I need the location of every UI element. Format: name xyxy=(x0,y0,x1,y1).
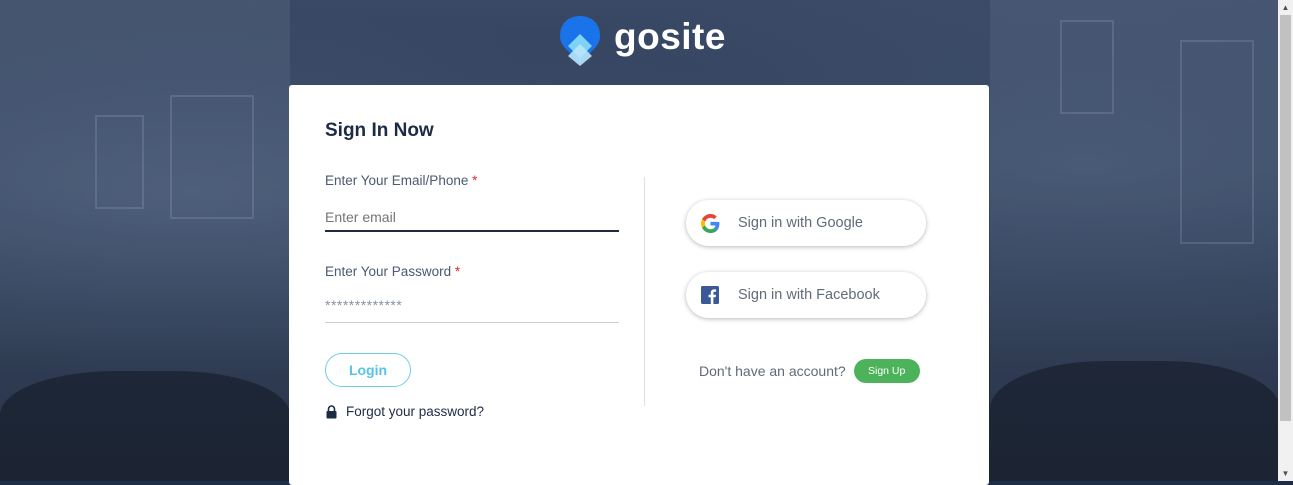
forgot-password-link[interactable]: Forgot your password? xyxy=(326,404,484,419)
email-underline xyxy=(325,230,619,232)
forgot-password-text: Forgot your password? xyxy=(346,404,485,419)
gosite-logo: gosite xyxy=(558,14,726,66)
scroll-up-arrow-icon[interactable]: ▲ xyxy=(1278,0,1293,15)
signup-row: Don't have an account? Sign Up xyxy=(699,359,920,383)
facebook-icon xyxy=(700,285,720,305)
password-underline xyxy=(325,322,619,323)
google-icon xyxy=(700,213,720,233)
scroll-thumb[interactable] xyxy=(1280,15,1291,421)
required-mark: * xyxy=(472,173,478,188)
password-label: Enter Your Password * xyxy=(325,264,460,279)
google-signin-label: Sign in with Google xyxy=(738,215,863,231)
vertical-divider xyxy=(644,177,645,406)
email-input[interactable] xyxy=(325,205,619,229)
email-label-text: Enter Your Email/Phone xyxy=(325,173,469,188)
brand-name: gosite xyxy=(614,16,726,57)
login-button[interactable]: Login xyxy=(325,353,411,387)
signin-card: Sign In Now Enter Your Email/Phone * Ent… xyxy=(289,85,989,485)
facebook-signin-button[interactable]: Sign in with Facebook xyxy=(686,272,926,318)
page-scrollbar[interactable]: ▲ ▼ xyxy=(1278,0,1293,481)
password-input[interactable]: ************* xyxy=(325,297,619,321)
required-mark: * xyxy=(454,264,461,279)
facebook-signin-label: Sign in with Facebook xyxy=(738,287,880,303)
gosite-logo-icon xyxy=(560,16,600,66)
password-label-text: Enter Your Password xyxy=(325,264,452,279)
scroll-down-arrow-icon[interactable]: ▼ xyxy=(1278,466,1293,481)
lock-icon xyxy=(326,404,337,418)
email-label: Enter Your Email/Phone * xyxy=(325,173,477,188)
signup-prompt: Don't have an account? xyxy=(699,363,846,379)
google-signin-button[interactable]: Sign in with Google xyxy=(686,200,926,246)
signup-button[interactable]: Sign Up xyxy=(853,359,920,383)
page-title: Sign In Now xyxy=(325,120,434,141)
